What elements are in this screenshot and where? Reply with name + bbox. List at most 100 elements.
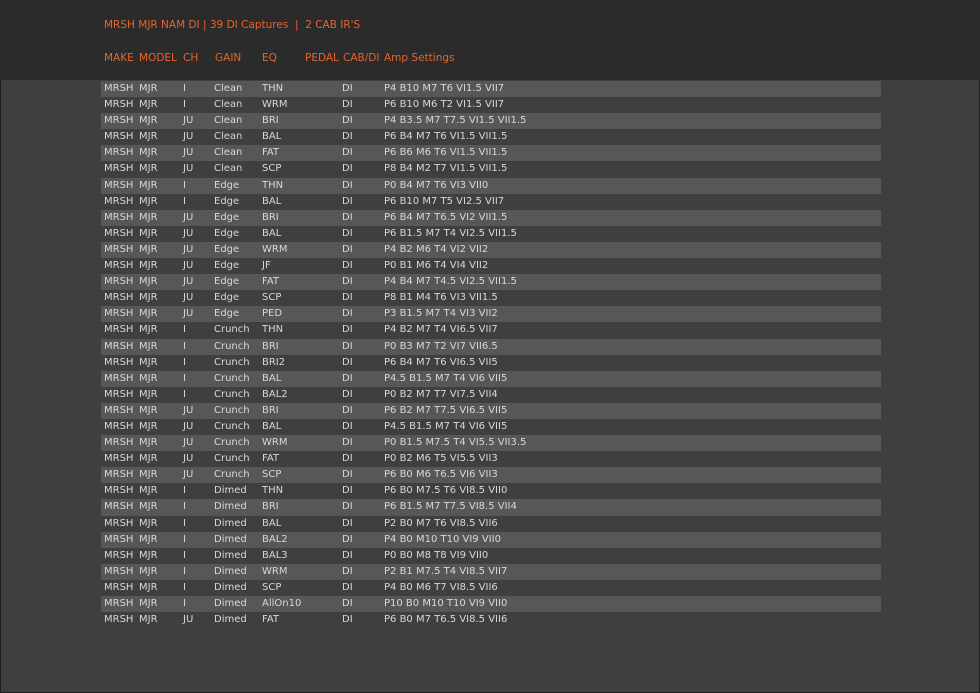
cell-cab-di: DI [342,147,353,159]
cell-amp-settings: P2 B0 M7 T6 VI8.5 VII6 [384,517,498,529]
cell-gain: Clean [214,131,243,143]
table-row: MRSH MJR I Clean THN DI P4 B10 M7 T6 VI1.5 VII… [101,81,881,98]
cell-gain: Crunch [214,420,250,432]
cell-model: MJR [139,163,158,175]
cell-amp-settings: P3 B1.5 M7 T4 VI3 VII2 [384,308,498,320]
cell-gain: Dimed [214,517,247,529]
cell-gain: Clean [214,83,243,94]
cell-eq: FAT [262,614,280,626]
cell-model: MJR [139,99,158,111]
cell-eq: FAT [262,453,280,465]
table-row: MRSH MJR JU Crunch BRI DI P6 B2 M7 T7.5 VI6.5 … [101,402,881,419]
cell-cab-di: DI [342,324,353,336]
cell-model: MJR [139,437,158,449]
cell-model: MJR [139,372,158,384]
cell-make: MRSH [104,404,134,416]
cell-amp-settings: P6 B0 M6 T6.5 VI6 VII3 [384,469,498,481]
cell-make: MRSH [104,517,134,529]
cell-model: MJR [139,614,158,626]
cell-amp-settings: P4.5 B1.5 M7 T4 VI6 VII5 [384,372,508,384]
cell-model: MJR [139,308,158,320]
cell-make: MRSH [104,420,134,432]
cell-make: MRSH [104,581,134,593]
table-row: MRSH MJR I Dimed AllOn10 DI P10 B0 M10 T10 VI9… [101,596,881,613]
cell-amp-settings: P0 B4 M7 T6 VI3 VII0 [384,179,489,191]
cell-eq: BAL [262,227,282,239]
cell-model: MJR [139,195,158,207]
cell-model: MJR [139,565,158,577]
cell-ch: JU [183,260,194,272]
cell-model: MJR [139,211,158,223]
cell-cab-di: DI [342,83,353,94]
cell-ch: I [183,388,186,400]
cell-cab-di: DI [342,581,353,593]
cell-eq: THN [262,83,284,94]
cell-cab-di: DI [342,227,353,239]
cell-ch: I [183,99,186,111]
cell-gain: Crunch [214,340,250,352]
cell-eq: THN [262,485,284,497]
table-row: MRSH MJR JU Edge BAL DI P6 B1.5 M7 T4 VI2.5 VI… [101,225,881,242]
cell-make: MRSH [104,501,134,513]
table-row: MRSH MJR JU Clean FAT DI P6 B6 M6 T6 VI1.5 VII… [101,145,881,162]
cell-eq: BRI [262,115,279,127]
cell-model: MJR [139,598,158,609]
cell-ch: JU [183,614,194,626]
cell-ch: I [183,533,186,545]
cell-make: MRSH [104,83,134,94]
cell-gain: Dimed [214,598,247,609]
cell-model: MJR [139,356,158,368]
cell-ch: I [183,324,186,336]
cell-gain: Crunch [214,372,250,384]
cell-make: MRSH [104,195,134,207]
table-row: MRSH MJR JU Edge FAT DI P4 B4 M7 T4.5 VI2.5 VI… [101,274,881,291]
cell-gain: Dimed [214,614,247,626]
table-row: MRSH MJR JU Crunch FAT DI P0 B2 M6 T5 VI5.5 VI… [101,451,881,468]
cell-ch: I [183,83,186,94]
cell-amp-settings: P0 B1 M6 T4 VI4 VII2 [384,260,489,272]
cell-amp-settings: P4 B10 M7 T6 VI1.5 VII7 [384,83,505,94]
cell-model: MJR [139,292,158,304]
cell-cab-di: DI [342,549,353,561]
cell-make: MRSH [104,243,134,255]
table-row: MRSH MJR I Dimed BAL DI P2 B0 M7 T6 VI8.5 VII6 [101,515,881,532]
cell-make: MRSH [104,131,134,143]
column-header-eq: EQ [262,52,277,64]
cell-gain: Dimed [214,565,247,577]
column-header-make: MAKE [104,52,134,64]
cell-gain: Crunch [214,324,250,336]
cell-amp-settings: P0 B0 M8 T8 VI9 VII0 [384,549,489,561]
table-row: MRSH MJR JU Clean SCP DI P8 B4 M2 T7 VI1.5 VII… [101,161,881,178]
cell-amp-settings: P6 B0 M7 T6.5 VI8.5 VII6 [384,614,508,626]
cell-gain: Clean [214,99,243,111]
cell-model: MJR [139,340,158,352]
cell-cab-di: DI [342,260,353,272]
cell-cab-di: DI [342,372,353,384]
cell-make: MRSH [104,324,134,336]
cell-ch: JU [183,453,194,465]
cell-ch: JU [183,227,194,239]
column-header-cab-di: CAB/DI [343,52,380,64]
cell-ch: JU [183,420,194,432]
cell-cab-di: DI [342,195,353,207]
cell-amp-settings: P4 B3.5 M7 T7.5 VI1.5 VII1.5 [384,115,527,127]
table-row: MRSH MJR JU Crunch WRM DI P0 B1.5 M7.5 T4 VI5.… [101,435,881,452]
cell-ch: I [183,549,186,561]
cell-eq: WRM [262,243,288,255]
cell-ch: I [183,356,186,368]
cell-gain: Dimed [214,533,247,545]
page-title: MRSH MJR NAM DI | 39 DI Captures | 2 CAB… [104,19,361,31]
cell-ch: JU [183,163,194,175]
cell-make: MRSH [104,614,134,626]
cell-amp-settings: P4 B2 M7 T4 VI6.5 VII7 [384,324,498,336]
cell-gain: Clean [214,163,243,175]
cell-amp-settings: P8 B4 M2 T7 VI1.5 VII1.5 [384,163,508,175]
cell-eq: AllOn10 [262,598,302,609]
cell-ch: I [183,581,186,593]
column-header-model: MODEL [139,52,177,64]
column-header-amp-settings: Amp Settings [384,52,455,64]
cell-eq: BAL [262,131,282,143]
table-row: MRSH MJR I Dimed SCP DI P4 B0 M6 T7 VI8.5 VII6 [101,579,881,596]
table-row: MRSH MJR I Edge BAL DI P6 B10 M7 T5 VI2.5 VII7 [101,193,881,210]
cell-model: MJR [139,581,158,593]
